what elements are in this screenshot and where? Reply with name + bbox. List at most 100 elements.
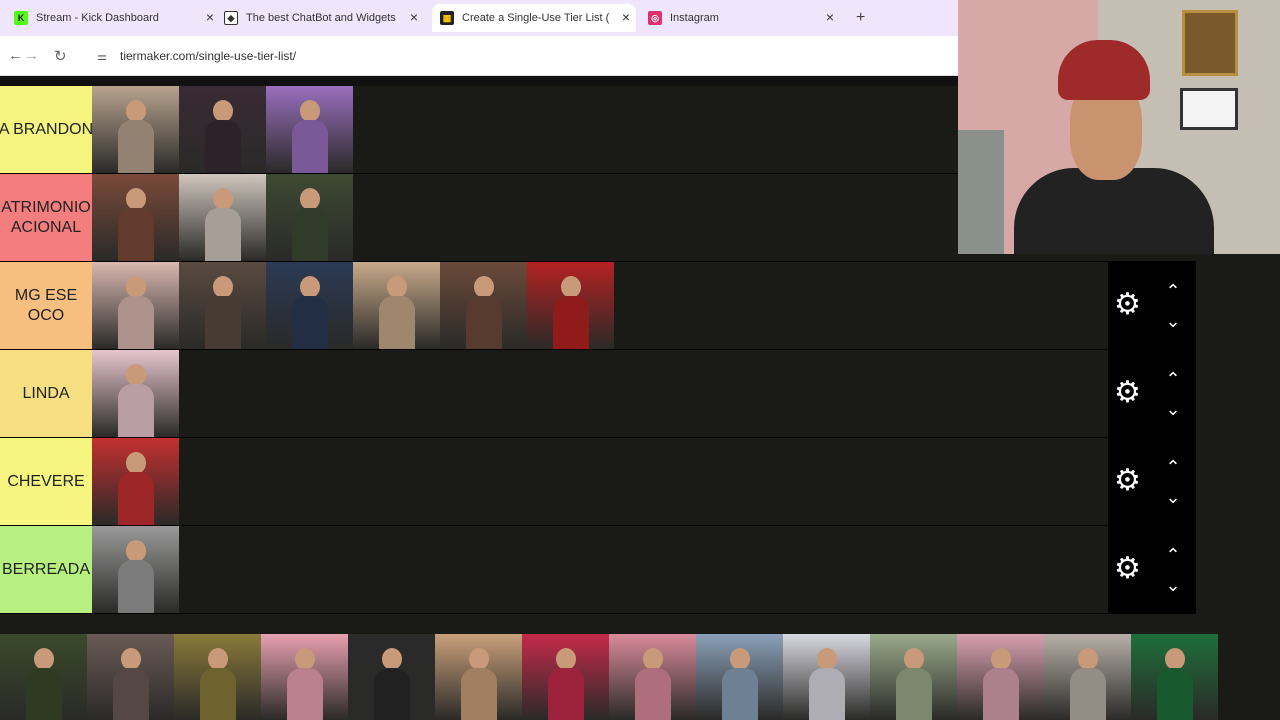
photo-figure-body <box>118 560 154 613</box>
photo-figure-body <box>553 296 589 349</box>
tab-chatbot-widgets[interactable]: ◆ The best ChatBot and Widgets f × <box>224 4 424 32</box>
page-margin <box>1196 254 1280 634</box>
photo-figure-body <box>200 668 236 720</box>
unranked-item-photo[interactable] <box>261 634 348 720</box>
gear-icon[interactable]: ⚙ <box>1114 554 1141 584</box>
photo-figure-body <box>1070 668 1106 720</box>
tab-title: Instagram <box>670 12 719 24</box>
close-icon[interactable]: × <box>206 10 214 24</box>
chevron-down-icon[interactable]: ⌄ <box>1158 576 1188 594</box>
unranked-item-photo[interactable] <box>522 634 609 720</box>
site-info-icon[interactable]: ⚌ <box>90 50 114 63</box>
tier-item-photo[interactable] <box>353 262 440 349</box>
tier-items <box>92 350 179 437</box>
photo-figure-head <box>213 188 233 210</box>
gear-icon[interactable]: ⚙ <box>1114 290 1141 320</box>
tier-item-photo[interactable] <box>440 262 527 349</box>
forward-arrow-icon[interactable]: → <box>24 47 39 64</box>
browser-tab-bar: K Stream - Kick Dashboard × ◆ The best C… <box>0 0 958 36</box>
tier-item-photo[interactable] <box>92 174 179 261</box>
tier-item-photo[interactable] <box>92 438 179 525</box>
gear-icon[interactable]: ⚙ <box>1114 378 1141 408</box>
tab-kick-dashboard[interactable]: K Stream - Kick Dashboard × <box>14 4 220 32</box>
photo-figure-head <box>34 648 54 670</box>
botrix-logo-icon: ◆ <box>224 11 238 25</box>
tier-item-photo[interactable] <box>92 262 179 349</box>
photo-figure-head <box>126 188 146 210</box>
photo-figure-body <box>118 296 154 349</box>
new-tab-button[interactable]: + <box>856 9 865 27</box>
tier-item-photo[interactable] <box>179 262 266 349</box>
photo-figure-head <box>904 648 924 670</box>
tier-item-photo[interactable] <box>266 174 353 261</box>
photo-figure-body <box>26 668 62 720</box>
chevron-up-icon[interactable]: ⌃ <box>1158 282 1188 300</box>
tier-items <box>92 526 179 613</box>
back-arrow-icon[interactable]: ← <box>8 47 23 64</box>
close-icon[interactable]: × <box>826 10 834 24</box>
photo-figure-head <box>556 648 576 670</box>
tier-item-photo[interactable] <box>92 86 179 173</box>
photo-figure-head <box>1165 648 1185 670</box>
tier-item-photo[interactable] <box>179 86 266 173</box>
unranked-item-photo[interactable] <box>174 634 261 720</box>
chevron-down-icon[interactable]: ⌄ <box>1158 488 1188 506</box>
photo-figure-head <box>382 648 402 670</box>
photo-figure-body <box>461 668 497 720</box>
unranked-item-photo[interactable] <box>1131 634 1218 720</box>
tier-item-photo[interactable] <box>92 350 179 437</box>
photo-figure-head <box>1078 648 1098 670</box>
tier-item-photo[interactable] <box>179 174 266 261</box>
unranked-item-photo[interactable] <box>1044 634 1131 720</box>
tier-label-text: LINDA <box>22 384 70 402</box>
tier-item-photo[interactable] <box>266 86 353 173</box>
unranked-item-photo[interactable] <box>87 634 174 720</box>
tier-label[interactable]: ATRIMONIO ACIONAL <box>0 174 92 261</box>
photo-figure-body <box>466 296 502 349</box>
chevron-up-icon[interactable]: ⌃ <box>1158 458 1188 476</box>
unranked-item-photo[interactable] <box>0 634 87 720</box>
unranked-item-photo[interactable] <box>348 634 435 720</box>
photo-figure-head <box>817 648 837 670</box>
chevron-down-icon[interactable]: ⌄ <box>1158 400 1188 418</box>
photo-figure-body <box>1157 668 1193 720</box>
tier-label[interactable]: LINDA <box>0 350 92 437</box>
unranked-item-photo[interactable] <box>609 634 696 720</box>
unranked-item-photo[interactable] <box>870 634 957 720</box>
unranked-item-photo[interactable] <box>783 634 870 720</box>
chevron-up-icon[interactable]: ⌃ <box>1158 546 1188 564</box>
screen: K Stream - Kick Dashboard × ◆ The best C… <box>0 0 1280 720</box>
tier-item-photo[interactable] <box>92 526 179 613</box>
tier-label[interactable]: CHEVERE <box>0 438 92 525</box>
photo-figure-body <box>896 668 932 720</box>
url-box[interactable]: ⚌ tiermaker.com/single-use-tier-list/ <box>86 42 946 70</box>
close-icon[interactable]: × <box>410 10 418 24</box>
unranked-item-photo[interactable] <box>957 634 1044 720</box>
photo-figure-head <box>469 648 489 670</box>
tier-label-text: ATRIMONIO ACIONAL <box>1 198 91 236</box>
tier-row: MG ESE OCO ⚙ ⌃ ⌄ <box>0 262 1196 350</box>
tier-label[interactable]: A BRANDON <box>0 86 92 173</box>
tier-label[interactable]: BERREADA <box>0 526 92 613</box>
chevron-down-icon[interactable]: ⌄ <box>1158 312 1188 330</box>
tier-item-photo[interactable] <box>527 262 614 349</box>
gear-icon[interactable]: ⚙ <box>1114 466 1141 496</box>
photo-figure-head <box>561 276 581 298</box>
unranked-item-photo[interactable] <box>435 634 522 720</box>
chevron-up-icon[interactable]: ⌃ <box>1158 370 1188 388</box>
tab-instagram[interactable]: ◎ Instagram × <box>648 4 840 32</box>
photo-figure-head <box>474 276 494 298</box>
photo-figure-head <box>126 540 146 562</box>
streamer-body <box>1014 168 1214 254</box>
tier-item-photo[interactable] <box>266 262 353 349</box>
url-text[interactable]: tiermaker.com/single-use-tier-list/ <box>120 49 296 63</box>
unranked-item-photo[interactable] <box>696 634 783 720</box>
photo-figure-head <box>126 364 146 386</box>
address-bar: ← → ↻ ⚌ tiermaker.com/single-use-tier-li… <box>0 36 958 76</box>
tier-label[interactable]: MG ESE OCO <box>0 262 92 349</box>
close-icon[interactable]: × <box>622 10 630 24</box>
tier-label-text: A BRANDON <box>0 120 92 138</box>
tab-tiermaker[interactable]: ▦ Create a Single-Use Tier List (Pr × <box>432 4 636 32</box>
reload-icon[interactable]: ↻ <box>54 47 67 65</box>
tab-title: Create a Single-Use Tier List (Pr <box>462 12 610 24</box>
